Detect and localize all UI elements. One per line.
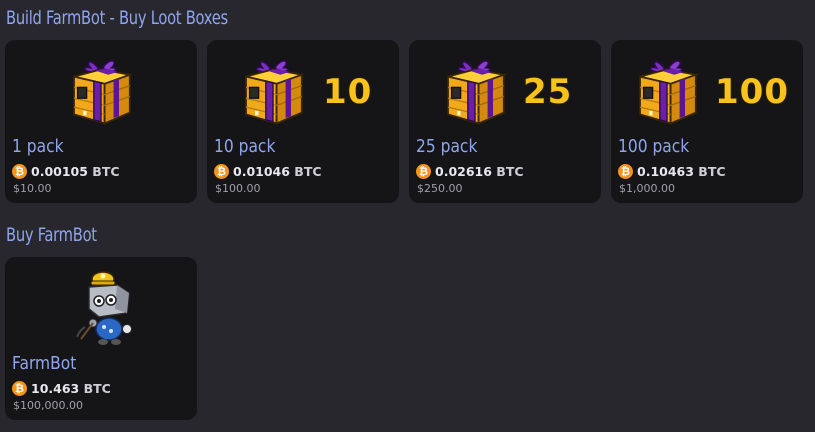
loot-box-art: 100: [611, 40, 803, 140]
usd-price: $100,000.00: [13, 399, 83, 412]
buy-farmbot-section-title: Buy FarmBot: [6, 224, 97, 246]
farmbot-art: [5, 257, 197, 357]
usd-price: $10.00: [13, 182, 52, 195]
loot-box-card-10-pack[interactable]: 10 10 pack ₿ 0.01046 BTC $100.00: [207, 40, 399, 203]
loot-box-card-25-pack[interactable]: 25 25 pack ₿ 0.02616 BTC $250.00: [409, 40, 601, 203]
btc-price: ₿ 0.02616 BTC: [416, 162, 524, 180]
loot-box-card-100-pack[interactable]: 100 100 pack ₿ 0.10463 BTC $1,000.00: [611, 40, 803, 203]
bitcoin-icon: ₿: [214, 163, 229, 179]
pack-name: 25 pack: [416, 136, 478, 157]
farmbot-name: FarmBot: [12, 353, 77, 374]
loot-box-icon: [237, 56, 309, 126]
pack-count-badge: 100: [714, 71, 789, 113]
bitcoin-icon: ₿: [618, 163, 633, 179]
usd-price: $1,000.00: [619, 182, 675, 195]
pack-count-badge: 10: [322, 71, 373, 113]
usd-price: $250.00: [417, 182, 463, 195]
btc-price: ₿ 0.01046 BTC: [214, 162, 322, 180]
btc-amount: 0.02616: [435, 163, 492, 179]
bitcoin-icon: ₿: [12, 163, 27, 179]
pack-name: 1 pack: [12, 136, 64, 157]
farmbot-card[interactable]: FarmBot ₿ 10.463 BTC $100,000.00: [5, 257, 197, 420]
loot-box-icon: [439, 56, 511, 126]
usd-price: $100.00: [215, 182, 261, 195]
btc-price: ₿ 10.463 BTC: [12, 379, 111, 397]
btc-unit: BTC: [83, 380, 111, 396]
loot-box-art: 10: [207, 40, 399, 140]
btc-unit: BTC: [294, 163, 322, 179]
bitcoin-icon: ₿: [12, 380, 27, 396]
bitcoin-icon: ₿: [416, 163, 431, 179]
btc-price: ₿ 0.00105 BTC: [12, 162, 120, 180]
pack-name: 100 pack: [618, 136, 690, 157]
btc-unit: BTC: [698, 163, 726, 179]
btc-unit: BTC: [92, 163, 120, 179]
loot-box-icon: [631, 56, 703, 126]
loot-boxes-section-title: Build FarmBot - Buy Loot Boxes: [6, 7, 228, 29]
btc-amount: 0.01046: [233, 163, 290, 179]
loot-box-icon: [65, 56, 137, 126]
loot-box-card-1-pack[interactable]: 1 pack ₿ 0.00105 BTC $10.00: [5, 40, 197, 203]
farmbot-robot-icon: [76, 271, 132, 345]
loot-box-art: [5, 40, 197, 140]
btc-amount: 10.463: [31, 380, 80, 396]
btc-amount: 0.10463: [637, 163, 694, 179]
btc-price: ₿ 0.10463 BTC: [618, 162, 726, 180]
btc-unit: BTC: [496, 163, 524, 179]
pack-name: 10 pack: [214, 136, 276, 157]
loot-box-art: 25: [409, 40, 601, 140]
pack-count-badge: 25: [522, 71, 573, 113]
btc-amount: 0.00105: [31, 163, 88, 179]
